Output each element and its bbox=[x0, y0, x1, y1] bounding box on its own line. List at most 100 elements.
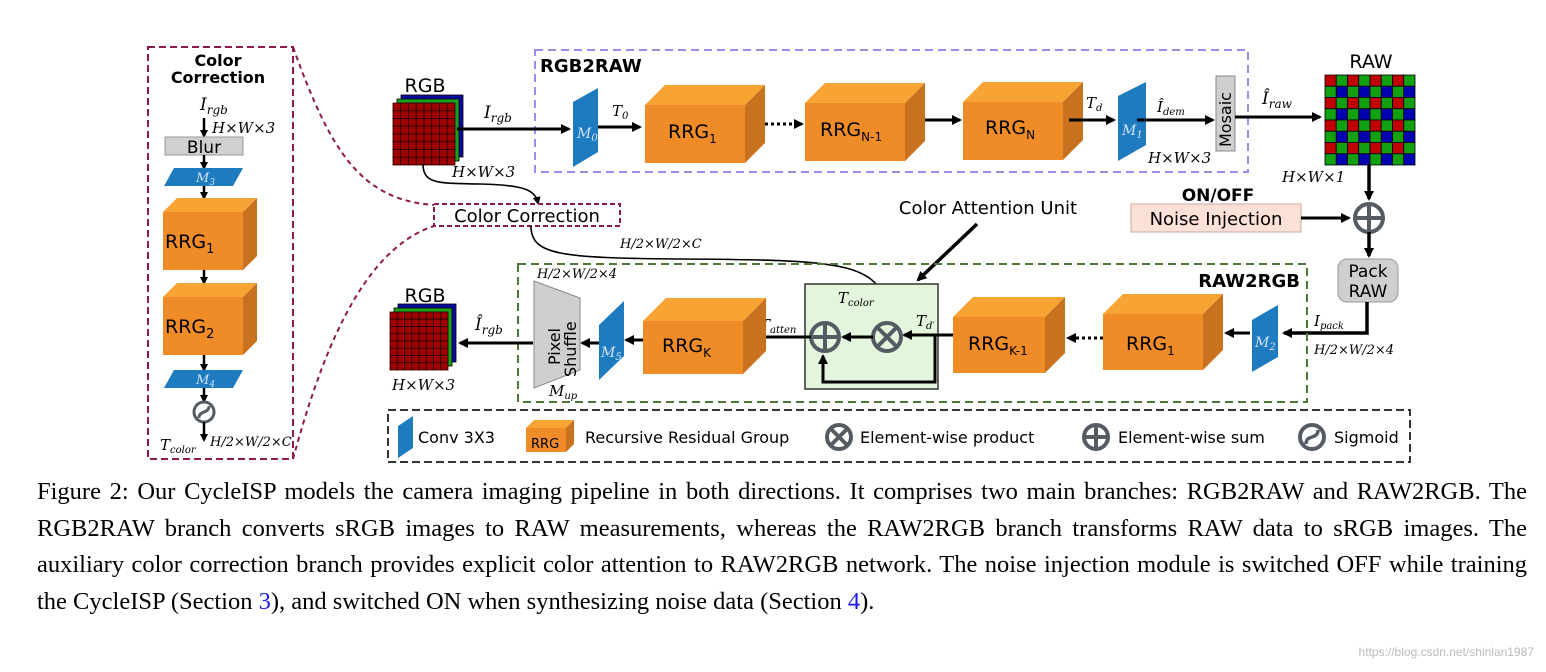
red-pixel bbox=[425, 311, 434, 320]
bayer-pixel bbox=[1369, 108, 1382, 121]
red-pixel bbox=[423, 118, 433, 127]
red-pixel bbox=[389, 362, 398, 371]
cube-top-face bbox=[163, 198, 257, 212]
red-pixel bbox=[423, 156, 433, 166]
red-pixel bbox=[418, 347, 427, 356]
bayer-pixel bbox=[1335, 153, 1348, 166]
legend-sigmoid: Sigmoid bbox=[1334, 428, 1399, 447]
red-pixel bbox=[446, 141, 456, 150]
legend-product: Element-wise product bbox=[860, 428, 1034, 447]
bayer-pixel bbox=[1335, 74, 1348, 87]
red-pixel bbox=[423, 110, 433, 119]
cube-top-face bbox=[645, 85, 765, 105]
bayer-pixel bbox=[1358, 153, 1371, 166]
red-pixel bbox=[415, 102, 425, 112]
red-pixel bbox=[423, 133, 433, 143]
red-pixel bbox=[446, 149, 456, 158]
bayer-pixel bbox=[1380, 74, 1393, 87]
red-pixel bbox=[400, 156, 409, 166]
red-pixel bbox=[418, 333, 427, 342]
bayer-pixel bbox=[1347, 97, 1360, 110]
label-t0: T0 bbox=[612, 102, 629, 122]
bayer-pixel bbox=[1324, 97, 1337, 110]
mosaic-label: Mosaic bbox=[1216, 92, 1235, 147]
red-pixel bbox=[400, 102, 409, 112]
section-link-4[interactable]: 4 bbox=[848, 588, 860, 615]
red-pixel bbox=[425, 326, 434, 335]
rrg1-block-bottom bbox=[1103, 294, 1223, 370]
red-pixel bbox=[411, 340, 420, 349]
bayer-pixel bbox=[1347, 119, 1360, 132]
red-pixel bbox=[408, 102, 417, 112]
element-wise-sum-icon bbox=[1353, 202, 1385, 234]
red-pixel bbox=[396, 311, 405, 320]
red-pixel bbox=[423, 102, 433, 112]
red-pixel bbox=[411, 362, 420, 371]
bayer-pixel bbox=[1369, 74, 1382, 87]
bayer-pixel bbox=[1380, 142, 1393, 155]
red-pixel bbox=[404, 355, 413, 364]
bayer-pixel bbox=[1392, 142, 1405, 155]
bayer-pixel bbox=[1380, 108, 1393, 121]
red-pixel bbox=[392, 125, 402, 135]
bayer-pixel bbox=[1392, 74, 1405, 87]
red-pixel bbox=[446, 110, 456, 119]
bayer-pixel bbox=[1347, 85, 1360, 98]
label-i-raw: Îraw bbox=[1261, 88, 1293, 111]
label-output-dims: H×W×3 bbox=[391, 376, 455, 394]
color-attention-label: Color Attention Unit bbox=[899, 198, 1077, 219]
pixel-shuffle-label-2: Shuffle bbox=[561, 321, 580, 377]
red-pixel bbox=[415, 141, 425, 150]
red-pixel bbox=[389, 340, 398, 349]
label-i-rgb: Irgb bbox=[199, 95, 228, 117]
red-pixel bbox=[423, 149, 433, 158]
rgb-input-label: RGB bbox=[405, 75, 446, 97]
red-pixel bbox=[433, 347, 442, 356]
red-pixel bbox=[425, 355, 434, 364]
bayer-pixel bbox=[1358, 85, 1371, 98]
bayer-pixel bbox=[1392, 108, 1405, 121]
red-pixel bbox=[404, 333, 413, 342]
section-link-3[interactable]: 3 bbox=[259, 588, 271, 615]
bayer-pixel bbox=[1392, 130, 1405, 143]
red-pixel bbox=[396, 340, 405, 349]
red-pixel bbox=[439, 118, 448, 127]
red-pixel bbox=[400, 149, 409, 158]
rgb-output-image bbox=[389, 303, 457, 371]
bayer-pixel bbox=[1324, 130, 1337, 143]
red-pixel bbox=[415, 118, 425, 127]
red-pixel bbox=[433, 318, 442, 327]
red-pixel bbox=[418, 318, 427, 327]
bayer-pixel bbox=[1380, 119, 1393, 132]
bayer-pixel bbox=[1335, 85, 1348, 98]
red-pixel bbox=[408, 149, 417, 158]
red-pixel bbox=[431, 118, 440, 127]
label-m-up: Mup bbox=[548, 382, 578, 402]
red-pixel bbox=[392, 118, 402, 127]
red-pixel bbox=[404, 318, 413, 327]
red-pixel bbox=[431, 133, 440, 143]
bayer-pixel bbox=[1335, 130, 1348, 143]
bayer-pixel bbox=[1347, 74, 1360, 87]
red-pixel bbox=[400, 141, 409, 150]
label-pack-dims: H/2×W/2×4 bbox=[1313, 343, 1394, 358]
red-pixel bbox=[415, 133, 425, 143]
label-i-dem: Îdem bbox=[1156, 98, 1185, 118]
red-pixel bbox=[389, 333, 398, 342]
red-pixel bbox=[389, 311, 398, 320]
label-i-pack: Ipack bbox=[1313, 312, 1344, 332]
bayer-pixel bbox=[1335, 97, 1348, 110]
red-pixel bbox=[431, 149, 440, 158]
legend-rrg: Recursive Residual Group bbox=[585, 428, 789, 447]
red-pixel bbox=[392, 133, 402, 143]
red-pixel bbox=[396, 333, 405, 342]
bayer-pixel bbox=[1324, 153, 1337, 166]
red-pixel bbox=[433, 362, 442, 371]
panel-title-line2: Correction bbox=[171, 68, 265, 87]
bayer-pixel bbox=[1358, 119, 1371, 132]
red-pixel bbox=[408, 118, 417, 127]
red-pixel bbox=[396, 326, 405, 335]
red-pixel bbox=[408, 141, 417, 150]
bayer-pixel bbox=[1380, 85, 1393, 98]
red-pixel bbox=[423, 125, 433, 135]
